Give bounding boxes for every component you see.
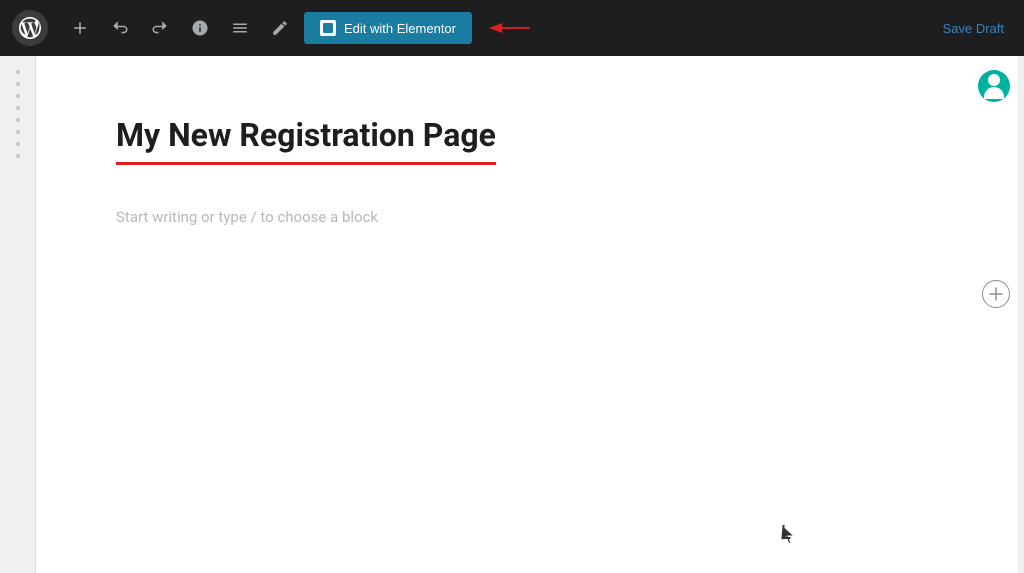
page-title[interactable]: My New Registration Page [116, 116, 496, 165]
strip-dot [16, 142, 20, 146]
strip-dot [16, 130, 20, 134]
block-placeholder-text: Start writing or type / to choose a bloc… [116, 208, 378, 226]
add-block-button[interactable] [982, 280, 1010, 308]
scrollbar[interactable] [1018, 56, 1024, 573]
block-placeholder[interactable]: Start writing or type / to choose a bloc… [116, 195, 856, 238]
toolbar-right: Save Draft [935, 17, 1012, 40]
strip-dot [16, 82, 20, 86]
pencil-icon [271, 19, 289, 37]
strip-dot [16, 70, 20, 74]
strip-dot [16, 118, 20, 122]
plus-circle-icon [989, 287, 1003, 301]
redo-icon [151, 19, 169, 37]
elementor-icon [320, 20, 336, 36]
toolbar: Edit with Elementor Save Draft [0, 0, 1024, 56]
edit-with-elementor-button[interactable]: Edit with Elementor [304, 12, 472, 44]
info-icon [191, 19, 209, 37]
mouse-cursor [782, 525, 794, 543]
undo-button[interactable] [104, 12, 136, 44]
undo-icon [111, 19, 129, 37]
cursor-icon [782, 525, 798, 545]
arrow-icon [484, 18, 534, 38]
avatar[interactable] [978, 70, 1010, 102]
info-button[interactable] [184, 12, 216, 44]
arrow-indicator [484, 18, 534, 38]
strip-dot [16, 94, 20, 98]
add-block-toolbar-button[interactable] [64, 12, 96, 44]
strip-dot [16, 154, 20, 158]
redo-button[interactable] [144, 12, 176, 44]
left-sidebar-strip [0, 56, 36, 573]
edit-mode-button[interactable] [264, 12, 296, 44]
save-draft-button[interactable]: Save Draft [935, 17, 1012, 40]
edit-elementor-label: Edit with Elementor [344, 21, 456, 36]
main-content: My New Registration Page Start writing o… [36, 56, 1024, 573]
list-button[interactable] [224, 12, 256, 44]
plus-icon [71, 19, 89, 37]
list-icon [231, 19, 249, 37]
wp-logo[interactable] [12, 10, 48, 46]
wordpress-icon [19, 17, 41, 39]
editor-area: My New Registration Page Start writing o… [36, 56, 936, 278]
strip-dot [16, 106, 20, 110]
